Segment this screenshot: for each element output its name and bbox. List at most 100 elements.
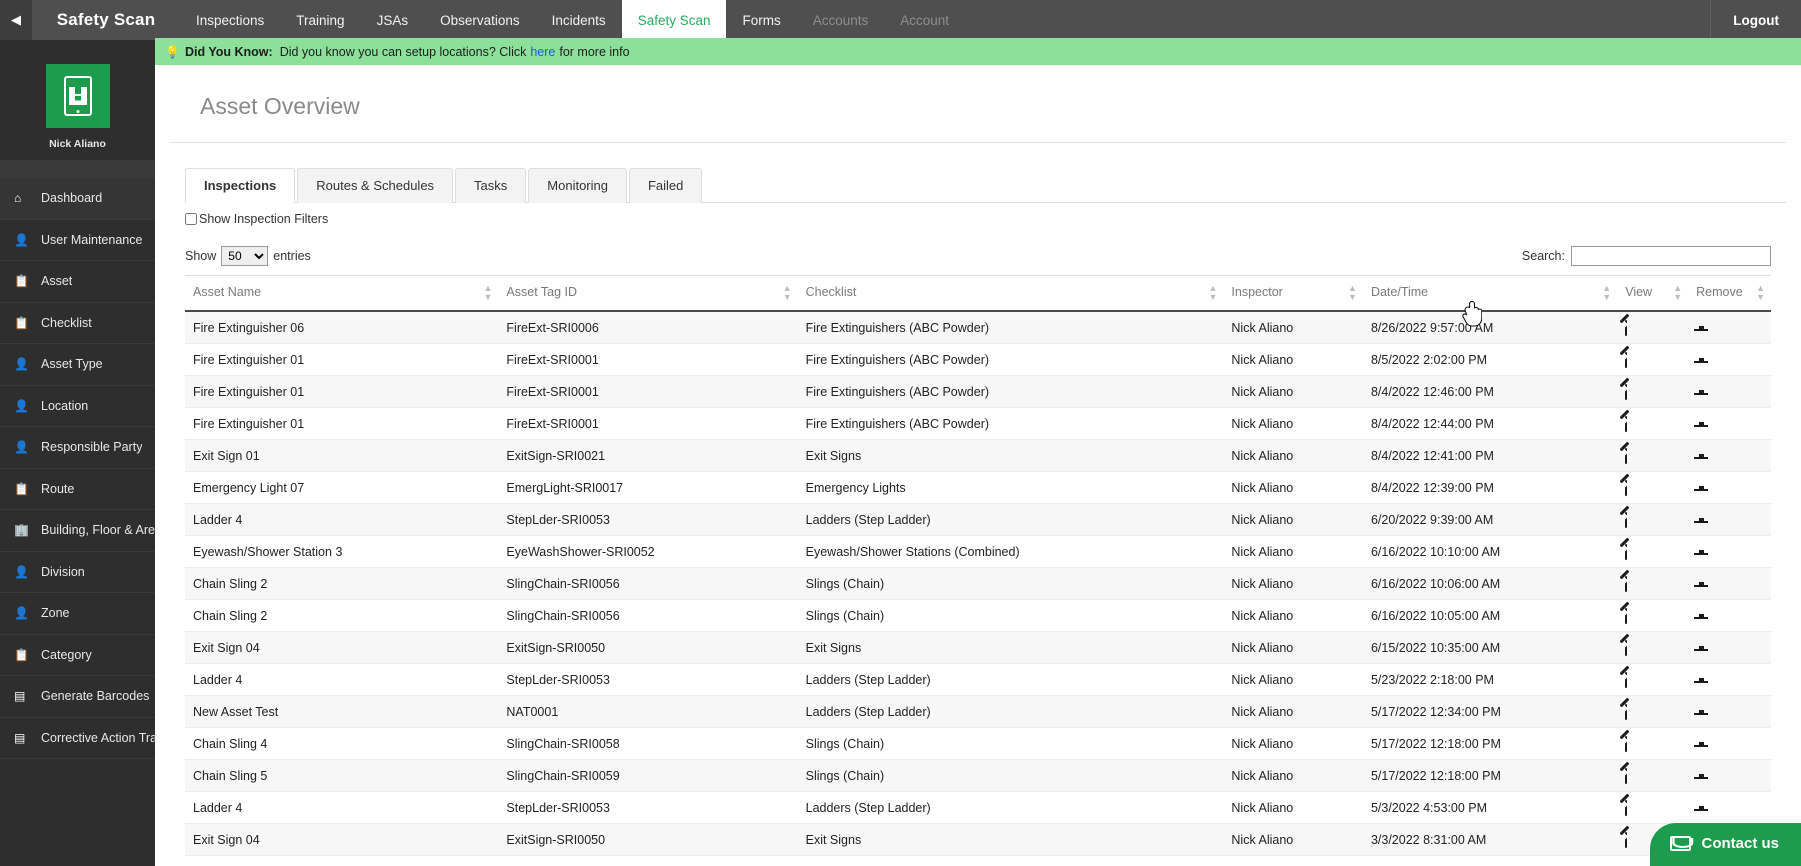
column-header-view[interactable]: View ▲ ▼ <box>1617 275 1689 312</box>
table-row[interactable]: Fire Extinguisher 01 FireExt-SRI0001 Fire … <box>185 375 1771 408</box>
edit-square-icon[interactable] <box>1625 607 1628 624</box>
search-input[interactable] <box>1571 246 1771 266</box>
cell-remove <box>1688 311 1771 344</box>
sidebar-item-location[interactable]: 👤 Location <box>0 385 155 427</box>
edit-square-icon[interactable] <box>1625 703 1628 720</box>
sort-arrows-icon[interactable]: ▲ ▼ <box>1756 284 1765 302</box>
logout-button[interactable]: Logout <box>1710 0 1801 40</box>
sidebar-item-zone[interactable]: 👤 Zone <box>0 593 155 635</box>
sidebar-item-building-floor-area[interactable]: 🏢 Building, Floor & Area <box>0 510 155 552</box>
edit-square-icon[interactable] <box>1625 511 1628 528</box>
sort-arrows-icon[interactable]: ▲ ▼ <box>1348 284 1357 302</box>
sidebar-item-category[interactable]: 📋 Category <box>0 634 155 676</box>
sidebar-item-label: Asset <box>41 274 73 289</box>
edit-square-icon[interactable] <box>1625 671 1628 688</box>
table-row[interactable]: Exit Sign 04 ExitSign-SRI0050 Exit Signs Ni… <box>185 631 1771 664</box>
nav-link-forms[interactable]: Forms <box>726 0 796 40</box>
sidebar-item-route[interactable]: 📋 Route <box>0 468 155 510</box>
cell-datetime: 3/3/2022 8:31:00 AM <box>1362 823 1618 856</box>
table-row[interactable]: Fire Extinguisher 01 FireExt-SRI0001 Fire … <box>185 343 1771 376</box>
edit-square-icon[interactable] <box>1625 735 1628 752</box>
home-icon: ⌂ <box>14 191 22 206</box>
edit-square-icon[interactable] <box>1625 415 1628 432</box>
nav-link-observations[interactable]: Observations <box>424 0 536 40</box>
column-header-checklist[interactable]: Checklist ▲ ▼ <box>797 275 1224 312</box>
edit-square-icon[interactable] <box>1625 351 1628 368</box>
cell-datetime: 6/16/2022 10:10:00 AM <box>1362 535 1618 568</box>
sort-arrows-icon[interactable]: ▲ ▼ <box>1208 284 1217 302</box>
edit-square-icon[interactable] <box>1625 639 1628 656</box>
edit-square-icon[interactable] <box>1625 479 1628 496</box>
table-row[interactable]: Chain Sling 2 SlingChain-SRI0056 Slings (C… <box>185 599 1771 632</box>
table-row[interactable]: Exit Sign 01 ExitSign-SRI0021 Exit Signs Ni… <box>185 439 1771 472</box>
edit-square-icon[interactable] <box>1625 543 1628 560</box>
sort-arrows-icon[interactable]: ▲ ▼ <box>783 284 792 302</box>
table-row[interactable]: Chain Sling 5 SlingChain-SRI0059 Slings (C… <box>185 759 1771 792</box>
cell-inspector: Nick Aliano <box>1223 759 1363 792</box>
table-row[interactable]: Chain Sling 4 SlingChain-SRI0058 Slings (C… <box>185 727 1771 760</box>
sidebar-item-checklist[interactable]: 📋 Checklist <box>0 302 155 344</box>
column-header-asset-name[interactable]: Asset Name ▲ ▼ <box>185 275 499 312</box>
cell-inspector: Nick Aliano <box>1223 535 1363 568</box>
table-row[interactable]: New Asset Test NAT0001 Ladders (Step Ladde… <box>185 695 1771 728</box>
tab-routes-schedules[interactable]: Routes & Schedules <box>297 168 454 203</box>
nav-link-inspections[interactable]: Inspections <box>180 0 280 40</box>
sort-arrows-icon[interactable]: ▲ ▼ <box>1602 284 1611 302</box>
sort-arrows-icon[interactable]: ▲ ▼ <box>483 284 492 302</box>
sidebar-item-responsible-party[interactable]: 👤 Responsible Party <box>0 427 155 469</box>
edit-square-icon[interactable] <box>1625 383 1628 400</box>
sidebar-collapse-toggle[interactable]: ◀ <box>0 0 32 40</box>
table-controls: Show 102550100 entries Search: <box>185 246 1771 266</box>
banner-text-tail: for more info <box>559 44 630 59</box>
cell-datetime: 5/17/2022 12:18:00 PM <box>1362 727 1618 760</box>
table-row[interactable]: Eyewash/Shower Station 3 EyeWashShower-SR… <box>185 535 1771 568</box>
primary-nav-links: Inspections Training JSAs Observations Incid… <box>180 0 1710 40</box>
nav-link-training[interactable]: Training <box>280 0 360 40</box>
table-row[interactable]: Ladder 4 StepLder-SRI0053 Ladders (Step La… <box>185 791 1771 824</box>
edit-square-icon[interactable] <box>1625 799 1628 816</box>
tab-failed[interactable]: Failed <box>628 168 703 203</box>
tab-tasks[interactable]: Tasks <box>455 168 527 203</box>
table-row[interactable]: Exit Sign 04 ExitSign-SRI0050 Exit Signs Ni… <box>185 823 1771 856</box>
sidebar-item-asset[interactable]: 📋 Asset <box>0 261 155 303</box>
nav-right-group: Logout <box>1710 0 1801 40</box>
edit-square-icon[interactable] <box>1625 447 1628 464</box>
entries-per-page-select[interactable]: 102550100 <box>221 246 269 266</box>
contact-us-button[interactable]: Contact us <box>1650 823 1801 866</box>
table-row[interactable]: Ladder 4 StepLder-SRI0053 Ladders (Step La… <box>185 503 1771 536</box>
nav-link-jsas[interactable]: JSAs <box>361 0 425 40</box>
banner-here-link[interactable]: here <box>530 45 555 59</box>
sidebar-item-division[interactable]: 👤 Division <box>0 551 155 593</box>
sidebar-item-generate-barcodes[interactable]: ▤ Generate Barcodes <box>0 676 155 718</box>
column-header-asset-tag-id[interactable]: Asset Tag ID ▲ ▼ <box>498 275 798 312</box>
cell-asset-tag: SlingChain-SRI0058 <box>498 727 798 760</box>
tab-inspections[interactable]: Inspections <box>185 168 296 203</box>
nav-link-incidents[interactable]: Incidents <box>536 0 622 40</box>
edit-square-icon[interactable] <box>1625 575 1628 592</box>
table-row[interactable]: Emergency Light 07 EmergLight-SRI0017 Emer… <box>185 471 1771 504</box>
show-inspection-filters-checkbox[interactable] <box>185 213 197 225</box>
edit-square-icon[interactable] <box>1625 767 1628 784</box>
column-header-date-time[interactable]: Date/Time ▲ ▼ <box>1362 275 1618 312</box>
cell-asset-tag: FireExt-SRI0001 <box>498 375 798 408</box>
table-row[interactable]: Chain Sling 2 SlingChain-SRI0056 Slings (C… <box>185 567 1771 600</box>
edit-square-icon[interactable] <box>1625 831 1628 848</box>
table-row[interactable]: Ladder 4 StepLder-SRI0053 Ladders (Step La… <box>185 663 1771 696</box>
column-header-remove[interactable]: Remove ▲ ▼ <box>1688 275 1771 312</box>
nav-link-safety-scan[interactable]: Safety Scan <box>621 0 727 40</box>
user-gear-icon: 👤 <box>14 232 29 247</box>
column-header-inspector[interactable]: Inspector ▲ ▼ <box>1223 275 1363 312</box>
table-row[interactable]: Fire Extinguisher 06 FireExt-SRI0006 Fire … <box>185 311 1771 344</box>
show-inspection-filters-label[interactable]: Show Inspection Filters <box>199 212 328 226</box>
cell-inspector: Nick Aliano <box>1223 375 1363 408</box>
sidebar-item-user-maintenance[interactable]: 👤 User Maintenance <box>0 219 155 261</box>
table-row[interactable]: Fire Extinguisher 01 FireExt-SRI0001 Fire … <box>185 407 1771 440</box>
sidebar-item-corrective-action-tracking[interactable]: ▤ Corrective Action Tracking <box>0 717 155 759</box>
sort-arrows-icon[interactable]: ▲ ▼ <box>1673 284 1682 302</box>
sidebar-item-asset-type[interactable]: 👤 Asset Type <box>0 344 155 386</box>
edit-square-icon[interactable] <box>1625 319 1628 336</box>
inspections-table: Asset Name ▲ ▼ Asset Tag ID ▲ ▼ Checklist ▲ ▼ Ins… <box>185 275 1771 856</box>
tab-monitoring[interactable]: Monitoring <box>528 168 627 203</box>
cell-view <box>1617 535 1689 568</box>
sidebar-item-dashboard[interactable]: ⌂ Dashboard <box>0 178 155 220</box>
